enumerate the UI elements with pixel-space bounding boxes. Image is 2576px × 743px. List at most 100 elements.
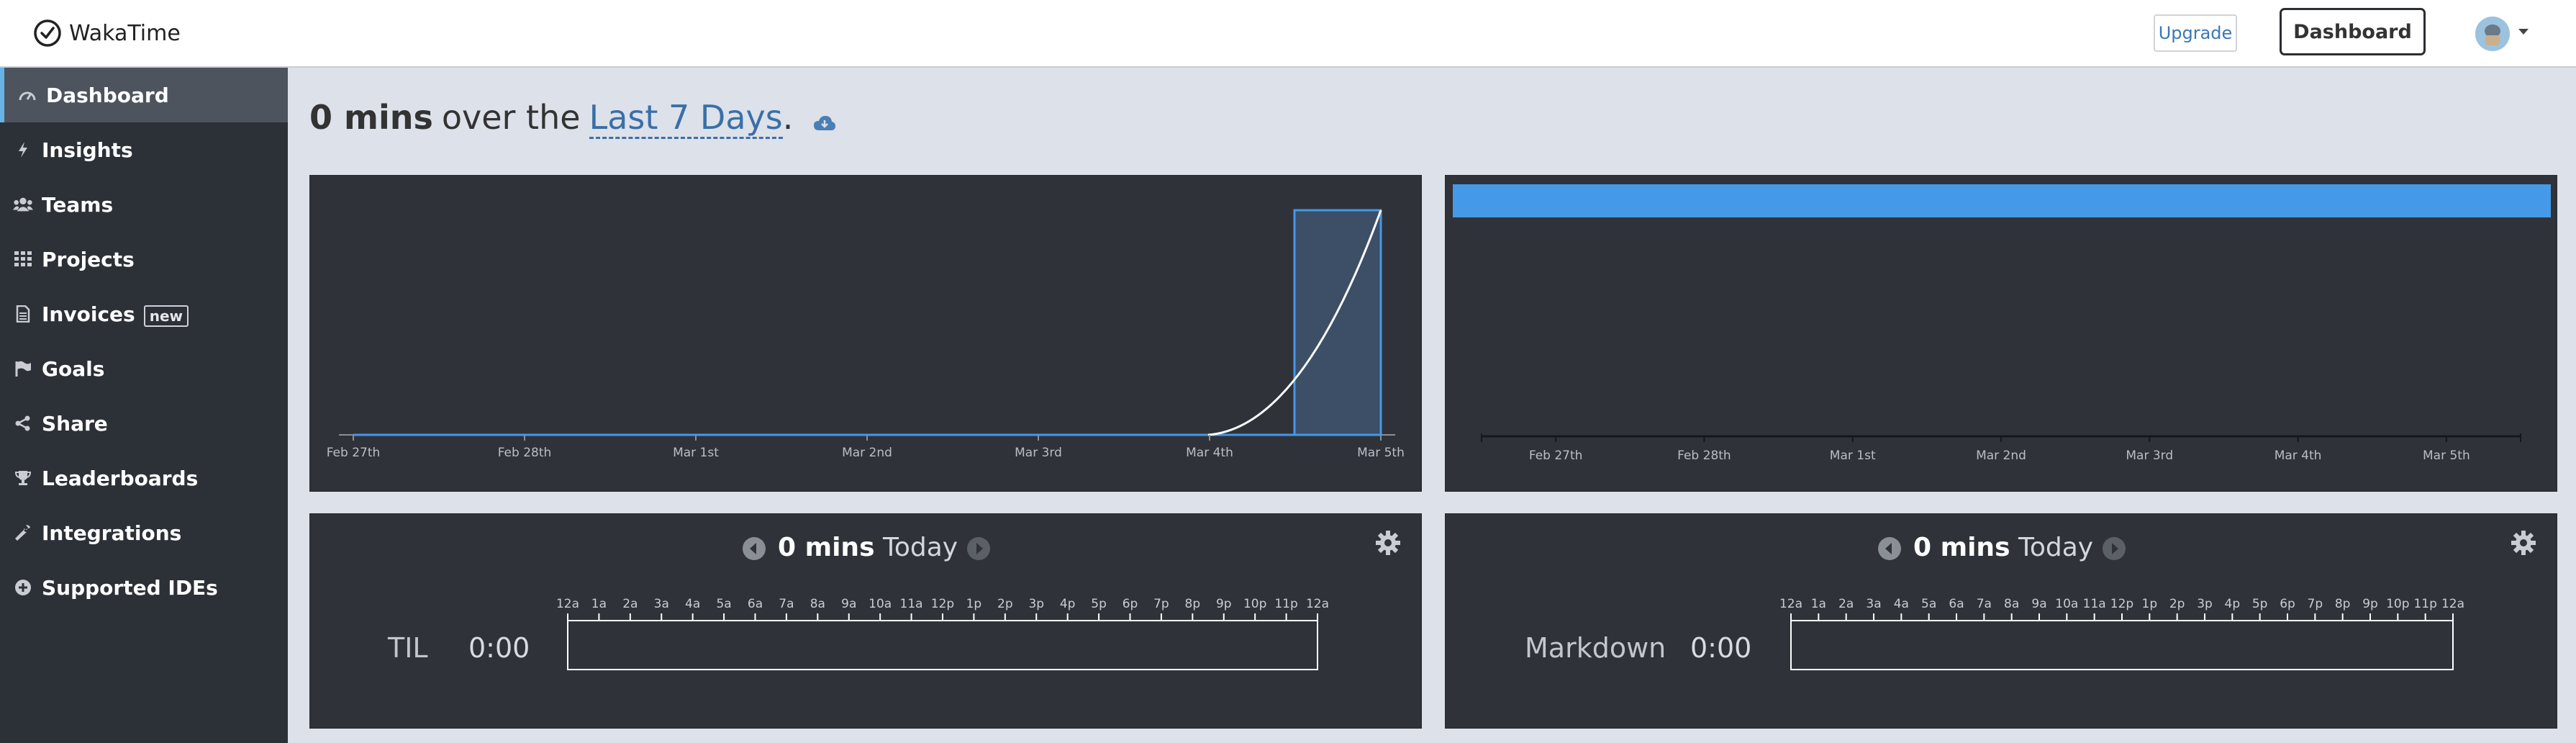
x-tick-label: Mar 1st: [1830, 449, 1876, 463]
hour-label: 11p: [2413, 597, 2436, 611]
x-tick-label: Mar 1st: [673, 446, 719, 460]
hour-label: 1p: [2142, 597, 2158, 611]
x-tick-label: Mar 2nd: [1976, 449, 2026, 463]
heading-period: .: [782, 98, 794, 137]
dashboard-icon: [17, 85, 37, 105]
hour-label: 10p: [1243, 597, 1266, 611]
hour-label: 3p: [1028, 597, 1044, 611]
hour-label: 1a: [591, 597, 607, 611]
avatar[interactable]: [2475, 17, 2510, 51]
hour-label: 10p: [2386, 597, 2409, 611]
x-tick-label: Mar 5th: [1357, 446, 1405, 460]
activity-chart-panel: Feb 27th Feb 28th Mar 1st Mar 2nd Mar 3rd Mar…: [309, 175, 1422, 492]
timeline-track: [1790, 620, 2454, 670]
wakatime-logo-icon: [34, 19, 61, 47]
hour-label: 12p: [2110, 597, 2133, 611]
hour-label: 10a: [869, 597, 892, 611]
sidebar-item-dashboard[interactable]: Dashboard: [0, 68, 288, 122]
hour-label: 4a: [685, 597, 700, 611]
hour-label: 2p: [997, 597, 1013, 611]
x-tick-label: Mar 4th: [2275, 449, 2322, 463]
sidebar-item-projects[interactable]: Projects: [0, 232, 288, 287]
sidebar-item-label: Supported IDEs: [42, 575, 218, 600]
sidebar-item-label: Goals: [42, 356, 105, 381]
hour-label: 11a: [900, 597, 923, 611]
sidebar-item-invoices[interactable]: Invoices new: [0, 287, 288, 341]
hour-label: 10a: [2055, 597, 2078, 611]
hour-label: 3p: [2197, 597, 2213, 611]
hour-label: 3a: [1866, 597, 1881, 611]
daily-bar-chart: Feb 27th Feb 28th Mar 1st Mar 2nd Mar 3rd Mar…: [1453, 184, 2551, 463]
hour-label: 3a: [654, 597, 669, 611]
today-panel-markdown: 0 mins Today Markdown 0:00 12a 1a 2a 3a 4a 5a…: [1445, 513, 2557, 729]
new-badge: new: [143, 305, 189, 327]
sidebar-item-insights[interactable]: Insights: [0, 122, 288, 177]
hour-label: 9a: [2031, 597, 2046, 611]
today-panel-til: 0 mins Today TIL 0:00 12a 1a 2a 3a 4a 5a 6a 7a 8…: [309, 513, 1422, 729]
brand-link[interactable]: WakaTime: [33, 17, 181, 49]
activity-bar-panel: Feb 27th Feb 28th Mar 1st Mar 2nd Mar 3rd Mar…: [1445, 175, 2557, 492]
hour-label: 4p: [1060, 597, 1076, 611]
hour-label: 11a: [2083, 597, 2106, 611]
hour-label: 2a: [1838, 597, 1854, 611]
x-tick-label: Feb 27th: [1529, 449, 1583, 463]
sidebar-item-label: Integrations: [42, 521, 182, 545]
timeline-track: [567, 620, 1318, 670]
hour-label: 12a: [1779, 597, 1802, 611]
hour-label: 8a: [810, 597, 825, 611]
hour-label: 5a: [1921, 597, 1936, 611]
x-tick-label: Mar 3rd: [2126, 449, 2173, 463]
hour-label: 5p: [1091, 597, 1107, 611]
hour-label: 8a: [2004, 597, 2019, 611]
hour-label: 5p: [2252, 597, 2268, 611]
sidebar: Dashboard Insights Teams Projects Invoic…: [0, 68, 288, 743]
sidebar-item-leaderboards[interactable]: Leaderboards: [0, 451, 288, 505]
hour-label: 1p: [966, 597, 982, 611]
hour-label: 9p: [1216, 597, 1232, 611]
grid-icon: [13, 249, 33, 269]
sidebar-item-integrations[interactable]: Integrations: [0, 505, 288, 560]
sidebar-item-label: Teams: [42, 192, 114, 217]
top-navbar: WakaTime Upgrade Dashboard: [0, 0, 2576, 68]
bolt-icon: [13, 140, 33, 160]
hour-label: 2a: [622, 597, 638, 611]
x-tick-label: Mar 3rd: [1015, 446, 1062, 460]
sidebar-item-supported-ides[interactable]: Supported IDEs: [0, 560, 288, 615]
daily-activity-chart: Feb 27th Feb 28th Mar 1st Mar 2nd Mar 3rd Mar…: [327, 209, 1405, 460]
x-tick-label: Feb 28th: [498, 446, 552, 460]
hour-label: 11p: [1274, 597, 1297, 611]
sidebar-item-label-text: Invoices: [42, 302, 135, 326]
sidebar-item-label: Insights: [42, 138, 133, 162]
x-tick-label: Feb 27th: [327, 446, 381, 460]
hour-label: 9a: [841, 597, 856, 611]
chevron-down-icon[interactable]: [2517, 27, 2530, 36]
x-tick-label: Mar 4th: [1186, 446, 1233, 460]
hour-label: 6p: [1123, 597, 1138, 611]
plus-circle-icon: [13, 577, 33, 598]
sidebar-item-goals[interactable]: Goals: [0, 341, 288, 396]
hour-label: 12p: [931, 597, 954, 611]
hour-label: 7p: [1153, 597, 1169, 611]
hour-label: 7a: [1977, 597, 1992, 611]
hour-label: 4a: [1894, 597, 1909, 611]
x-tick-label: Feb 28th: [1677, 449, 1731, 463]
hour-label: 7a: [779, 597, 794, 611]
upgrade-button[interactable]: Upgrade: [2154, 14, 2237, 52]
users-icon: [13, 194, 33, 215]
cloud-download-icon[interactable]: [813, 114, 836, 132]
x-tick-label: Mar 2nd: [842, 446, 892, 460]
hour-label: 12a: [556, 597, 579, 611]
date-range-picker[interactable]: Last 7 Days: [589, 98, 783, 139]
sidebar-item-label: Projects: [42, 247, 135, 271]
share-icon: [13, 413, 33, 433]
hour-label: 6a: [748, 597, 763, 611]
sidebar-item-teams[interactable]: Teams: [0, 177, 288, 232]
sidebar-item-share[interactable]: Share: [0, 396, 288, 451]
dashboard-button[interactable]: Dashboard: [2280, 8, 2426, 55]
sidebar-item-label: Leaderboards: [42, 466, 199, 490]
hour-label: 12a: [1306, 597, 1329, 611]
hour-label: 5a: [716, 597, 731, 611]
hour-label: 8p: [1185, 597, 1201, 611]
trophy-icon: [13, 468, 33, 488]
sidebar-item-label: Share: [42, 411, 108, 436]
